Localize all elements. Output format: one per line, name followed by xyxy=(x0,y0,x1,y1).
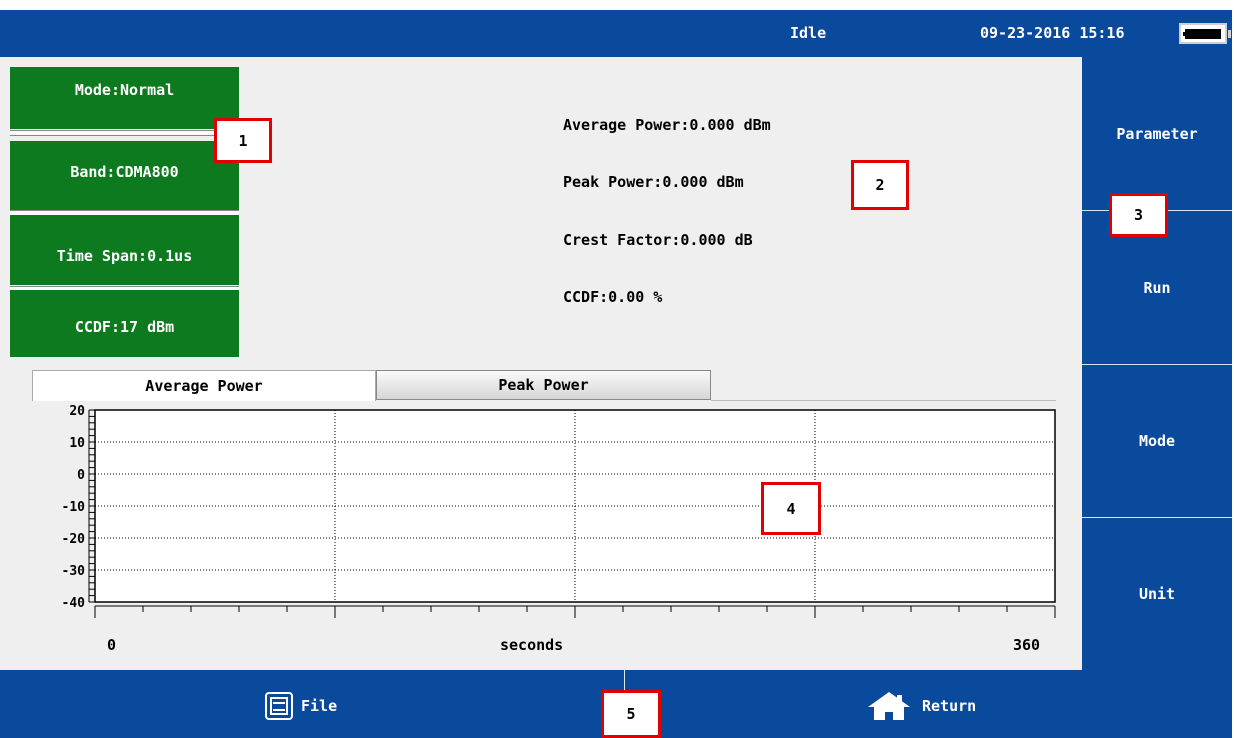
y-tick-label: -10 xyxy=(62,500,86,515)
y-tick-label: -40 xyxy=(62,596,86,611)
x-axis-end-label: 360 xyxy=(1013,636,1041,654)
run-label: Run xyxy=(1143,278,1171,297)
file-button[interactable]: File xyxy=(265,692,337,720)
mode-label: Mode:Normal xyxy=(74,81,175,99)
unit-softkey[interactable]: Unit xyxy=(1082,518,1232,670)
mode-softkey-label: Mode xyxy=(1138,432,1176,450)
power-chart: 20 10 0 -10 -20 -30 -40 xyxy=(62,404,1056,618)
softkey-sidebar: Parameter Run Mode Unit xyxy=(1082,57,1232,670)
crest-factor-readout: Crest Factor:0.000 dB xyxy=(563,231,753,249)
mode-info-button[interactable]: Mode:Normal xyxy=(10,67,239,129)
ccdf-info-button[interactable]: CCDF:17 dBm xyxy=(10,290,239,357)
status-text: Idle xyxy=(790,24,827,42)
ccdf-readout: CCDF:0.00 % xyxy=(563,288,663,306)
unit-label: Unit xyxy=(1138,585,1176,603)
callout-marker-3: 3 xyxy=(1109,193,1168,237)
tab-average-power[interactable]: Average Power xyxy=(32,370,376,401)
callout-marker-1: 1 xyxy=(214,118,272,163)
top-status-bar: Idle 09-23-2016 15:16 xyxy=(0,10,1232,57)
peak-power-readout: Peak Power:0.000 dBm xyxy=(563,173,744,191)
callout-marker-2: 2 xyxy=(851,160,909,210)
tab-baseline xyxy=(711,400,1056,401)
return-label: Return xyxy=(922,697,977,715)
date-time: 09-23-2016 15:16 xyxy=(980,24,1125,42)
x-axis-start-label: 0 xyxy=(107,636,117,654)
tab-average-power-label: Average Power xyxy=(145,377,263,395)
home-icon xyxy=(868,692,910,720)
callout-marker-5: 5 xyxy=(601,690,661,738)
divider xyxy=(624,670,625,690)
time-span-label: Time Span:0.1us xyxy=(56,247,193,265)
file-cabinet-icon xyxy=(265,692,293,720)
x-axis-title: seconds xyxy=(500,636,564,654)
y-tick-label: -30 xyxy=(62,564,86,579)
y-tick-label: 10 xyxy=(69,436,85,451)
tab-peak-power[interactable]: Peak Power xyxy=(376,370,711,400)
parameter-softkey[interactable]: Parameter xyxy=(1082,57,1232,210)
tab-peak-power-label: Peak Power xyxy=(498,376,589,394)
ccdf-setting-label: CCDF:17 dBm xyxy=(74,317,175,336)
average-power-readout: Average Power:0.000 dBm xyxy=(563,116,771,134)
time-span-info-button[interactable]: Time Span:0.1us xyxy=(10,215,239,285)
band-info-button[interactable]: Band:CDMA800 xyxy=(10,141,239,210)
file-label: File xyxy=(301,697,338,715)
y-tick-label: -20 xyxy=(62,532,86,547)
mode-softkey[interactable]: Mode xyxy=(1082,365,1232,517)
divider xyxy=(10,130,239,136)
parameter-label: Parameter xyxy=(1116,124,1198,143)
return-button[interactable]: Return xyxy=(864,692,976,720)
y-tick-label: 20 xyxy=(69,404,85,419)
y-tick-label: 0 xyxy=(77,468,85,483)
band-label: Band:CDMA800 xyxy=(70,162,179,181)
callout-marker-4: 4 xyxy=(761,482,821,535)
battery-charging-icon xyxy=(1179,23,1231,44)
